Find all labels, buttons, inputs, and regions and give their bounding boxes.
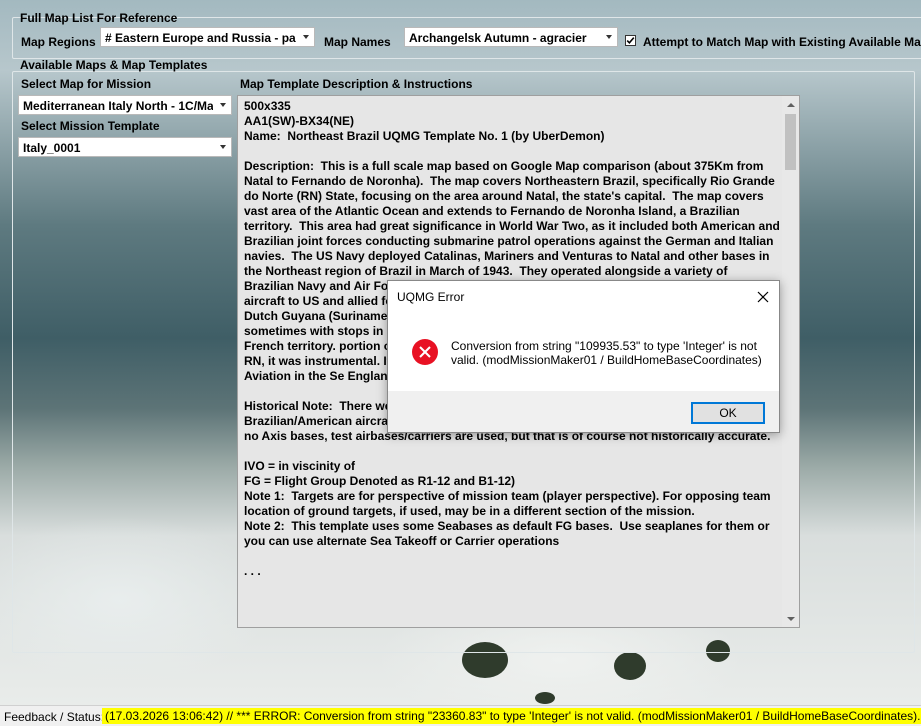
description-scrollbar[interactable] <box>782 96 799 627</box>
checkmark-icon <box>626 37 635 44</box>
map-names-label: Map Names <box>324 35 391 49</box>
description-label: Map Template Description & Instructions <box>240 77 473 91</box>
chevron-down-icon <box>298 28 314 46</box>
select-map-label: Select Map for Mission <box>21 77 152 91</box>
dialog-titlebar: UQMG Error <box>388 281 779 313</box>
dialog-message: Conversion from string "109935.53" to ty… <box>451 339 762 367</box>
chevron-down-icon <box>215 96 231 114</box>
error-dialog: UQMG Error Conversion from string "10993… <box>387 280 780 433</box>
select-map-dropdown[interactable]: Mediterranean Italy North - 1C/Ma <box>18 95 232 115</box>
ok-button[interactable]: OK <box>691 402 765 424</box>
scroll-thumb[interactable] <box>785 114 796 170</box>
tree-cluster <box>535 692 555 704</box>
status-message: (17.03.2026 13:06:42) // *** ERROR: Conv… <box>102 708 921 724</box>
chevron-down-icon <box>601 28 617 46</box>
tree-cluster <box>614 652 646 680</box>
close-icon[interactable] <box>753 287 773 307</box>
select-template-label: Select Mission Template <box>21 119 160 133</box>
chevron-down-icon <box>215 138 231 156</box>
status-label: Feedback / Status: <box>4 710 105 724</box>
error-icon <box>411 338 439 366</box>
select-template-dropdown[interactable]: Italy_0001 <box>18 137 232 157</box>
match-map-checkbox-label[interactable]: Attempt to Match Map with Existing Avail… <box>643 35 921 49</box>
available-maps-title: Available Maps & Map Templates <box>20 58 208 72</box>
match-map-checkbox[interactable] <box>625 35 636 46</box>
dialog-body: Conversion from string "109935.53" to ty… <box>388 313 779 391</box>
scroll-up-icon[interactable] <box>782 96 799 113</box>
select-template-value: Italy_0001 <box>23 141 81 155</box>
map-regions-dropdown[interactable]: # Eastern Europe and Russia - part <box>100 27 315 47</box>
map-names-value: Archangelsk Autumn - agracier <box>409 31 587 45</box>
dialog-title: UQMG Error <box>397 290 465 304</box>
scroll-down-icon[interactable] <box>782 610 799 627</box>
map-regions-value: # Eastern Europe and Russia - part <box>105 31 296 45</box>
full-map-list-title: Full Map List For Reference <box>20 11 178 25</box>
map-regions-label: Map Regions <box>21 35 96 49</box>
status-bar: Feedback / Status: (17.03.2026 13:06:42)… <box>0 705 921 726</box>
map-names-dropdown[interactable]: Archangelsk Autumn - agracier <box>404 27 618 47</box>
select-map-value: Mediterranean Italy North - 1C/Ma <box>23 99 213 113</box>
